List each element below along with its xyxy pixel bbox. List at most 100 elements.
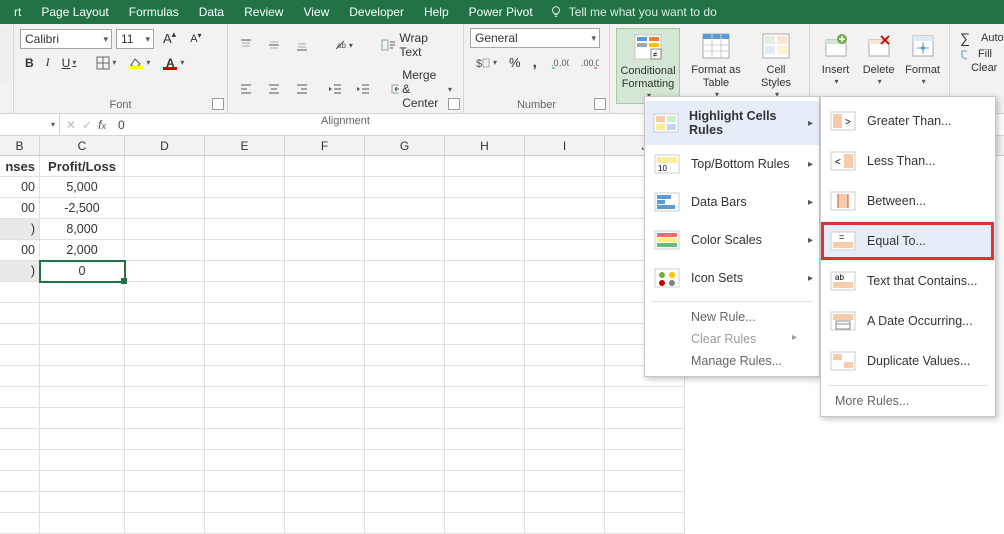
cell[interactable] — [525, 366, 605, 387]
cell[interactable] — [605, 408, 685, 429]
increase-indent-button[interactable] — [351, 79, 375, 99]
insert-cells-button[interactable]: Insert▾ — [816, 28, 855, 89]
clear-rules-item[interactable]: Clear Rules▸ — [645, 328, 819, 350]
cell[interactable] — [445, 303, 525, 324]
cf-menu-item[interactable]: Highlight Cells Rules▸ — [645, 101, 819, 145]
cell[interactable] — [40, 408, 125, 429]
cell[interactable] — [0, 513, 40, 534]
cell[interactable] — [285, 156, 365, 177]
cell[interactable] — [445, 219, 525, 240]
font-name-select[interactable]: Calibri ▾ — [20, 29, 112, 49]
cell[interactable] — [605, 513, 685, 534]
cell[interactable]: 00 — [0, 240, 40, 261]
cell[interactable] — [40, 513, 125, 534]
cell[interactable] — [125, 450, 205, 471]
tab-insert-partial[interactable]: rt — [4, 1, 31, 23]
conditional-formatting-button[interactable]: ≠ Conditional Formatting ▾ — [616, 28, 680, 104]
format-as-table-button[interactable]: Format as Table ▾ — [684, 28, 748, 102]
cell[interactable] — [525, 198, 605, 219]
cell[interactable] — [125, 240, 205, 261]
cell[interactable] — [0, 345, 40, 366]
cell[interactable] — [0, 387, 40, 408]
more-rules-item[interactable]: More Rules... — [821, 390, 995, 412]
cell[interactable] — [205, 324, 285, 345]
cell[interactable] — [205, 303, 285, 324]
italic-button[interactable]: I — [41, 52, 55, 73]
wrap-text-button[interactable]: Wrap Text — [376, 28, 457, 62]
cell[interactable] — [0, 471, 40, 492]
fx-icon[interactable]: fx — [98, 118, 106, 132]
cancel-formula-button[interactable]: ✕ — [66, 118, 76, 132]
cell[interactable] — [445, 471, 525, 492]
cell-styles-button[interactable]: Cell Styles ▾ — [752, 28, 800, 102]
cell[interactable] — [205, 261, 285, 282]
align-left-button[interactable] — [234, 79, 258, 99]
cell[interactable] — [525, 513, 605, 534]
cell[interactable] — [205, 387, 285, 408]
highlight-rule-item[interactable]: <Less Than... — [821, 141, 995, 181]
cell[interactable]: 0 — [40, 261, 125, 282]
cell[interactable] — [365, 219, 445, 240]
cell[interactable] — [365, 450, 445, 471]
cell[interactable] — [525, 282, 605, 303]
highlight-rule-item[interactable]: Between... — [821, 181, 995, 221]
cell[interactable] — [445, 282, 525, 303]
cell[interactable]: ) — [0, 261, 40, 282]
cell[interactable] — [525, 345, 605, 366]
highlight-rule-item[interactable]: Duplicate Values... — [821, 341, 995, 381]
cell[interactable] — [285, 177, 365, 198]
tab-page-layout[interactable]: Page Layout — [31, 1, 118, 23]
cf-menu-item[interactable]: 10Top/Bottom Rules▸ — [645, 145, 819, 183]
cell[interactable] — [285, 408, 365, 429]
cell[interactable] — [0, 303, 40, 324]
cell[interactable] — [40, 450, 125, 471]
cell[interactable] — [365, 156, 445, 177]
cell[interactable] — [205, 450, 285, 471]
col-header-h[interactable]: H — [445, 136, 525, 155]
cell[interactable] — [285, 471, 365, 492]
merge-center-button[interactable]: Merge & Center ▾ — [386, 65, 457, 113]
underline-button[interactable]: U▾ — [57, 53, 82, 73]
cell[interactable] — [205, 240, 285, 261]
cell[interactable] — [285, 387, 365, 408]
cell[interactable]: 00 — [0, 177, 40, 198]
cell[interactable] — [285, 324, 365, 345]
cell[interactable]: Profit/Loss — [40, 156, 125, 177]
cell[interactable] — [285, 450, 365, 471]
highlight-rule-item[interactable]: abText that Contains... — [821, 261, 995, 301]
cell[interactable] — [365, 282, 445, 303]
delete-cells-button[interactable]: Delete▾ — [859, 28, 898, 89]
cell[interactable] — [445, 156, 525, 177]
cell[interactable] — [0, 429, 40, 450]
cell[interactable]: -2,500 — [40, 198, 125, 219]
col-header-i[interactable]: I — [525, 136, 605, 155]
orientation-button[interactable]: ab▾ — [328, 35, 358, 55]
cell[interactable] — [525, 408, 605, 429]
cell[interactable] — [205, 429, 285, 450]
alignment-dialog-launcher[interactable] — [448, 98, 460, 110]
cell[interactable] — [205, 282, 285, 303]
cell[interactable]: ) — [0, 219, 40, 240]
cell[interactable] — [445, 198, 525, 219]
cell[interactable] — [40, 366, 125, 387]
cell[interactable] — [205, 219, 285, 240]
cell[interactable] — [445, 324, 525, 345]
cell[interactable] — [125, 198, 205, 219]
col-header-b[interactable]: B — [0, 136, 40, 155]
cell[interactable] — [40, 387, 125, 408]
cell[interactable] — [40, 303, 125, 324]
cell[interactable] — [365, 240, 445, 261]
cell[interactable] — [525, 177, 605, 198]
cell[interactable] — [40, 324, 125, 345]
cell[interactable] — [205, 366, 285, 387]
align-center-button[interactable] — [262, 79, 286, 99]
cell[interactable] — [125, 303, 205, 324]
cell[interactable] — [205, 345, 285, 366]
cell[interactable] — [365, 303, 445, 324]
cell[interactable] — [605, 450, 685, 471]
cell[interactable] — [125, 219, 205, 240]
col-header-f[interactable]: F — [285, 136, 365, 155]
cell[interactable] — [365, 198, 445, 219]
font-color-button[interactable]: A ▾ — [157, 53, 189, 73]
cell[interactable] — [605, 471, 685, 492]
